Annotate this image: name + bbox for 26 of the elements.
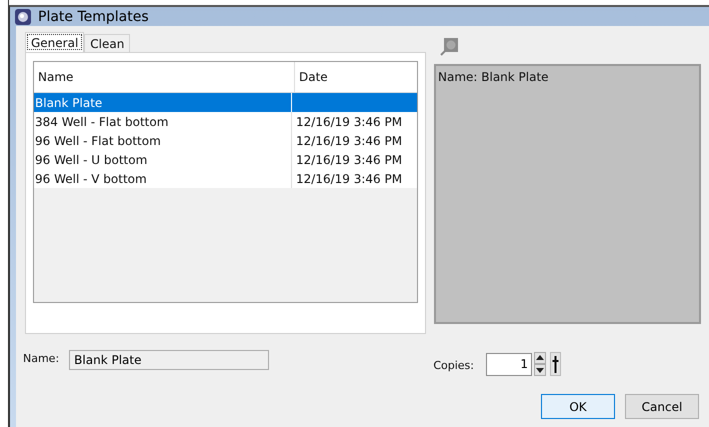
app-icon [14, 8, 32, 26]
dialog-button[interactable]: Cancel [625, 394, 699, 419]
name-field[interactable]: Blank Plate [69, 350, 270, 370]
column-header[interactable]: Name [34, 62, 295, 92]
table-row[interactable]: 96 Well - Flat bottom 12/16/19 3:46 PM [34, 131, 417, 150]
date-cell: 12/16/19 3:46 PM [296, 114, 402, 128]
preview-text: Name: Blank Plate [438, 70, 549, 84]
date-cell: 12/16/19 3:46 PM [296, 172, 402, 186]
search-icon[interactable] [439, 37, 459, 57]
date-cell: 12/16/19 3:46 PM [296, 134, 402, 148]
table-row[interactable]: 384 Well - Flat bottom 12/16/19 3:46 PM [34, 112, 417, 131]
name-cell: 96 Well - V bottom [34, 169, 292, 188]
window-title: Plate Templates [38, 8, 149, 24]
table-row[interactable]: Blank Plate [34, 93, 417, 112]
table-row[interactable]: 96 Well - V bottom 12/16/19 3:46 PM [34, 169, 417, 188]
column-header[interactable]: Date [295, 62, 417, 92]
spinner-arrows-icon[interactable] [534, 352, 546, 376]
tab[interactable]: Clean [84, 34, 130, 52]
pin-icon[interactable] [550, 352, 561, 376]
dialog-button[interactable]: OK [541, 394, 615, 419]
name-label: Name: [23, 351, 60, 367]
copies-field[interactable]: 1 [486, 352, 532, 376]
tab[interactable]: General [25, 32, 84, 52]
date-cell: 12/16/19 3:46 PM [296, 152, 402, 166]
copies-label: Copies: [433, 358, 474, 372]
table-row[interactable]: 96 Well - U bottom 12/16/19 3:46 PM [34, 150, 417, 169]
